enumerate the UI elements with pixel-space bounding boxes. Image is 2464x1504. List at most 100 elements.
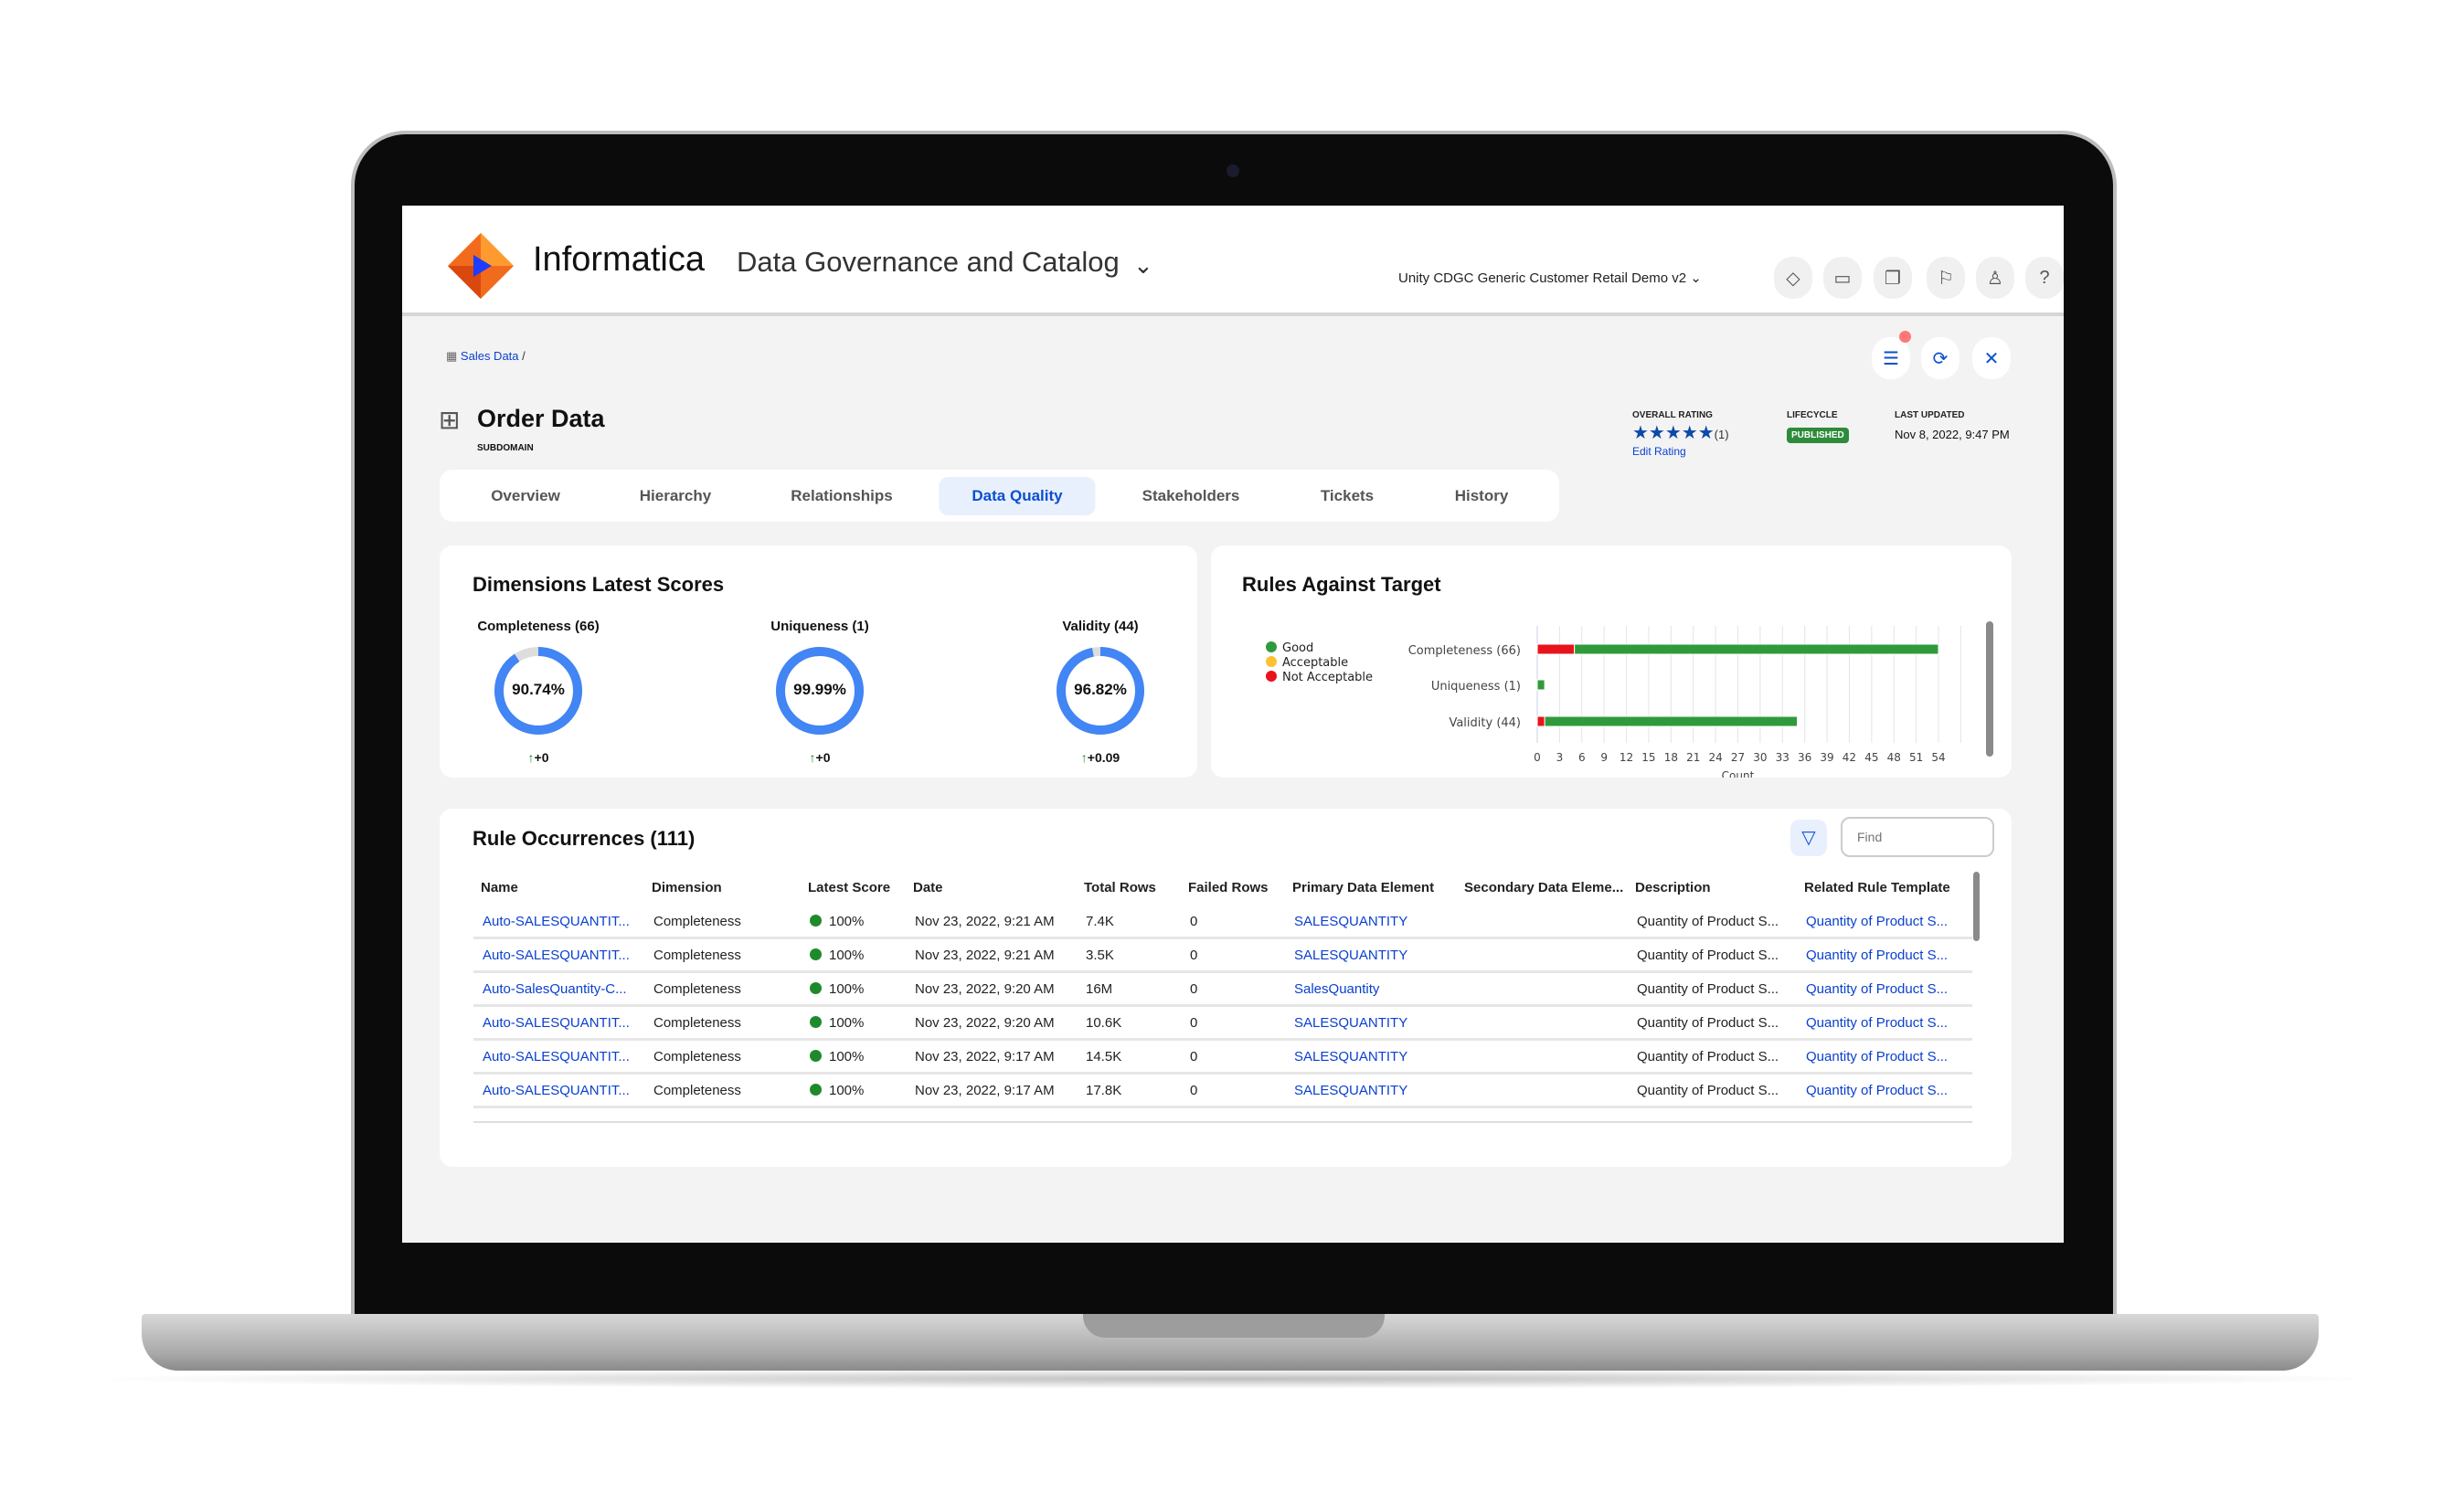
tab-stakeholders[interactable]: Stakeholders: [1110, 477, 1273, 515]
filter-icon[interactable]: ▽: [1790, 820, 1827, 856]
name-cell[interactable]: Auto-SALESQUANTIT...: [483, 914, 630, 929]
tab-overview[interactable]: Overview: [458, 477, 593, 515]
rule-template-cell[interactable]: Quantity of Product S...: [1806, 914, 1948, 929]
workspace-selector[interactable]: Unity CDGC Generic Customer Retail Demo …: [1398, 270, 1702, 286]
description-cell: Quantity of Product S...: [1637, 948, 1779, 963]
bar-not-acceptable[interactable]: [1536, 715, 1545, 727]
column-header[interactable]: Description: [1635, 880, 1711, 895]
rule-template-cell[interactable]: Quantity of Product S...: [1806, 1015, 1948, 1031]
column-header[interactable]: Latest Score: [808, 880, 890, 895]
column-header[interactable]: Dimension: [652, 880, 722, 895]
table-row[interactable]: Auto-SALESQUANTIT... Completeness 100% Nov …: [473, 1041, 1972, 1075]
column-header[interactable]: Name: [481, 880, 518, 895]
table-row[interactable]: Auto-SALESQUANTIT... Completeness 100% Nov …: [473, 906, 1972, 939]
name-cell[interactable]: Auto-SALESQUANTIT...: [483, 948, 630, 963]
breadcrumb-separator: /: [522, 349, 526, 363]
score-cell: 100%: [810, 948, 864, 963]
name-cell[interactable]: Auto-SALESQUANTIT...: [483, 1049, 630, 1064]
bar-good[interactable]: [1536, 679, 1545, 691]
primary-element-cell[interactable]: SALESQUANTITY: [1294, 914, 1407, 929]
name-cell[interactable]: Auto-SALESQUANTIT...: [483, 1083, 630, 1098]
x-tick-label: 15: [1641, 751, 1655, 764]
arrow-up-icon: ↑: [527, 750, 535, 765]
help-icon[interactable]: ?: [2025, 257, 2064, 299]
flag-icon[interactable]: ⚐: [1927, 257, 1965, 299]
notification-dot: [1899, 331, 1911, 343]
date-cell: Nov 23, 2022, 9:21 AM: [915, 948, 1055, 963]
primary-element-cell[interactable]: SALESQUANTITY: [1294, 1015, 1407, 1031]
score-cell: 100%: [810, 1049, 864, 1064]
product-title[interactable]: Data Governance and Catalog: [737, 246, 1120, 279]
table-row[interactable]: Auto-SALESQUANTIT... Completeness 100% Nov …: [473, 939, 1972, 973]
subdomain-icon: ⊞: [439, 406, 461, 434]
legend-label[interactable]: Good: [1282, 641, 1313, 655]
failed-rows-cell: 0: [1190, 1015, 1198, 1031]
column-header[interactable]: Failed Rows: [1188, 880, 1269, 895]
primary-element-cell[interactable]: SalesQuantity: [1294, 981, 1379, 997]
description-cell: Quantity of Product S...: [1637, 1083, 1779, 1098]
chevron-down-icon[interactable]: ⌄: [1133, 251, 1153, 280]
bar-good[interactable]: [1574, 643, 1939, 655]
refresh-icon[interactable]: ⟳: [1921, 337, 1960, 379]
tab-tickets[interactable]: Tickets: [1288, 477, 1407, 515]
tab-data-quality[interactable]: Data Quality: [939, 477, 1096, 515]
legend-label[interactable]: Acceptable: [1282, 656, 1348, 670]
table-row[interactable]: Auto-SalesQuantity-C... Completeness 100% N…: [473, 973, 1972, 1007]
tab-hierarchy[interactable]: Hierarchy: [607, 477, 744, 515]
tab-history[interactable]: History: [1422, 477, 1542, 515]
x-tick-label: 45: [1864, 751, 1878, 764]
column-header[interactable]: Primary Data Element: [1292, 880, 1434, 895]
x-tick-label: 48: [1887, 751, 1901, 764]
rule-template-cell[interactable]: Quantity of Product S...: [1806, 948, 1948, 963]
score-cell: 100%: [810, 1083, 864, 1098]
legend-marker: [1266, 671, 1277, 682]
name-cell[interactable]: Auto-SalesQuantity-C...: [483, 981, 627, 997]
breadcrumb-sales-data[interactable]: Sales Data: [461, 349, 519, 363]
x-tick-label: 42: [1843, 751, 1856, 764]
user-icon[interactable]: ♙: [1976, 257, 2014, 299]
copy-icon[interactable]: ❐: [1874, 257, 1912, 299]
date-cell: Nov 23, 2022, 9:17 AM: [915, 1049, 1055, 1064]
tab-relationships[interactable]: Relationships: [758, 477, 925, 515]
close-icon[interactable]: ✕: [1972, 337, 2011, 379]
score-value: 100%: [829, 981, 865, 997]
star-rating[interactable]: ★★★★★(1): [1632, 421, 1729, 444]
legend-marker: [1266, 656, 1277, 667]
asset-type: SUBDOMAIN: [477, 443, 534, 453]
rule-template-cell[interactable]: Quantity of Product S...: [1806, 981, 1948, 997]
dimension-cell: Completeness: [653, 1015, 741, 1031]
x-tick-label: 18: [1664, 751, 1678, 764]
informatica-logo: [448, 233, 514, 299]
bar-good[interactable]: [1544, 715, 1799, 727]
name-cell[interactable]: Auto-SALESQUANTIT...: [483, 1015, 630, 1031]
table-scrollbar[interactable]: [1973, 872, 1980, 941]
x-tick-label: 0: [1534, 751, 1541, 764]
comments-icon[interactable]: ☰: [1872, 337, 1910, 379]
chart-scrollbar[interactable]: [1986, 621, 1993, 757]
column-header[interactable]: Related Rule Template: [1804, 880, 1950, 895]
column-header[interactable]: Secondary Data Eleme...: [1464, 880, 1623, 895]
table-row[interactable]: Auto-SALESQUANTIT... Completeness 100% Nov …: [473, 1007, 1972, 1041]
edit-rating-link[interactable]: Edit Rating: [1632, 445, 1686, 458]
legend-label[interactable]: Not Acceptable: [1282, 671, 1373, 684]
bar-not-acceptable[interactable]: [1536, 643, 1576, 655]
dimension-cell: Completeness: [653, 981, 741, 997]
find-input[interactable]: [1841, 817, 1994, 857]
occurrences-title: Rule Occurrences (111): [473, 827, 696, 850]
column-header[interactable]: Total Rows: [1084, 880, 1156, 895]
arrow-up-icon: ↑: [1080, 750, 1088, 765]
primary-element-cell[interactable]: SALESQUANTITY: [1294, 948, 1407, 963]
failed-rows-cell: 0: [1190, 914, 1198, 929]
column-header[interactable]: Date: [913, 880, 943, 895]
laptop-notch: [1083, 1314, 1385, 1338]
failed-rows-cell: 0: [1190, 981, 1198, 997]
inbox-icon[interactable]: ▭: [1823, 257, 1862, 299]
tag-icon[interactable]: ◇: [1774, 257, 1812, 299]
total-rows-cell: 10.6K: [1086, 1015, 1122, 1031]
rule-template-cell[interactable]: Quantity of Product S...: [1806, 1083, 1948, 1098]
rating-count: (1): [1714, 428, 1729, 441]
table-row[interactable]: Auto-SALESQUANTIT... Completeness 100% Nov …: [473, 1075, 1972, 1108]
primary-element-cell[interactable]: SALESQUANTITY: [1294, 1049, 1407, 1064]
primary-element-cell[interactable]: SALESQUANTITY: [1294, 1083, 1407, 1098]
rule-template-cell[interactable]: Quantity of Product S...: [1806, 1049, 1948, 1064]
